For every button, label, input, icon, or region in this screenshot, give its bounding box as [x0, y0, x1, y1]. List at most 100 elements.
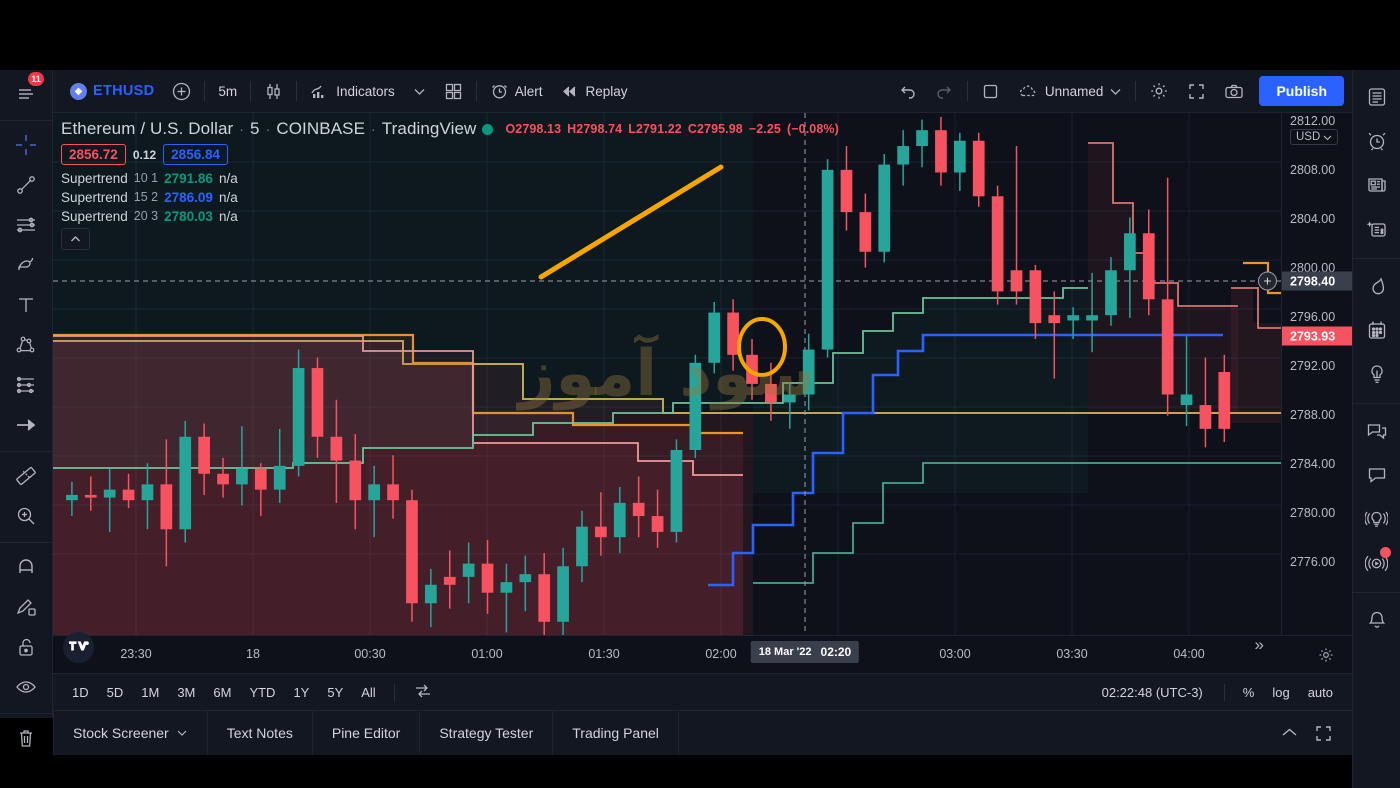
date-range-button[interactable]	[404, 678, 442, 707]
left-toolbar-group-drawing	[0, 121, 52, 452]
horizontal-lines-icon[interactable]	[6, 205, 46, 245]
auto-scale-toggle[interactable]: auto	[1299, 681, 1342, 704]
drawing-mode-icon[interactable]	[6, 587, 46, 627]
candle	[689, 354, 702, 458]
fullscreen-icon	[1315, 725, 1331, 741]
toolbar-divider	[475, 81, 477, 101]
settings-button[interactable]	[1140, 75, 1178, 107]
expand-series-button[interactable]: »	[1255, 635, 1264, 655]
timeframe-3m[interactable]: 3M	[168, 681, 204, 704]
tab-trading-panel[interactable]: Trading Panel	[553, 711, 679, 755]
left-drawing-toolbar[interactable]: 11	[0, 70, 53, 747]
toolbar-divider	[250, 81, 252, 101]
notifications-icon[interactable]	[1357, 598, 1397, 642]
tradingview-logo	[63, 632, 94, 663]
collapse-legend-button[interactable]	[61, 228, 90, 250]
snapshot-frame-button[interactable]	[972, 75, 1009, 107]
timeframe-1d[interactable]: 1D	[63, 681, 98, 704]
panel-collapse-button[interactable]	[1274, 718, 1304, 748]
chart-area[interactable]: سود آموز Ethereum / U.S. Dollar · 5 · CO…	[53, 113, 1352, 673]
news-icon[interactable]	[1357, 163, 1397, 207]
timeframe-6m[interactable]: 6M	[204, 681, 240, 704]
alerts-icon[interactable]	[1357, 119, 1397, 163]
add-symbol-button[interactable]	[163, 75, 200, 107]
zoom-in-icon[interactable]	[6, 496, 46, 536]
replay-button[interactable]: Replay	[551, 75, 636, 107]
time-tick: 18	[246, 647, 260, 661]
watchlist-panel-icon[interactable]	[1357, 75, 1397, 119]
tab-pine-editor[interactable]: Pine Editor	[313, 711, 421, 755]
screenshot-button[interactable]	[1215, 75, 1253, 107]
timeframe-ytd[interactable]: YTD	[240, 681, 284, 704]
log-scale-toggle[interactable]: log	[1263, 681, 1298, 704]
lock-icon[interactable]	[6, 627, 46, 667]
time-tick: 03:00	[939, 647, 971, 661]
panel-fullscreen-button[interactable]	[1308, 718, 1338, 748]
candle	[953, 132, 966, 191]
bottom-panel-tabs[interactable]: Stock Screener Text Notes Pine Editor St…	[53, 711, 1352, 755]
data-window-icon[interactable]	[1357, 207, 1397, 251]
broadcast-icon[interactable]	[1357, 497, 1397, 541]
layout-name-button[interactable]: Unnamed	[1009, 75, 1132, 107]
timeframe-all[interactable]: All	[352, 681, 384, 704]
candlestick-chart[interactable]	[53, 113, 1281, 635]
tab-text-notes[interactable]: Text Notes	[208, 711, 313, 755]
timeframe-1m[interactable]: 1M	[132, 681, 168, 704]
symbol-button[interactable]: ◆ ETHUSD	[61, 75, 163, 107]
patterns-icon[interactable]	[6, 325, 46, 365]
plus-circle-icon	[173, 82, 191, 100]
timeframe-5d[interactable]: 5D	[98, 681, 133, 704]
right-group-b	[1353, 259, 1400, 404]
brush-icon[interactable]	[6, 245, 46, 285]
trend-line-icon[interactable]	[6, 165, 46, 205]
watchlist-badge: 11	[28, 72, 44, 86]
watchlist-icon[interactable]: 11	[6, 72, 46, 114]
text-icon[interactable]	[6, 285, 46, 325]
publish-button[interactable]: Publish	[1259, 76, 1344, 106]
candle	[916, 119, 928, 168]
chart-top-toolbar[interactable]: ◆ ETHUSD 5m Indicators Alert Replay Unna…	[53, 70, 1352, 113]
candle	[292, 349, 305, 477]
right-widget-toolbar[interactable]	[1352, 70, 1400, 788]
calendar-icon[interactable]	[1357, 308, 1397, 352]
timeframe-button[interactable]: 5m	[209, 75, 246, 107]
trash-icon[interactable]	[6, 718, 46, 758]
price-axis[interactable]: 2812.00 USD 2808.00 2804.00 2800.00 2796…	[1258, 113, 1352, 635]
undo-button[interactable]	[889, 75, 926, 107]
private-chat-icon[interactable]	[1357, 453, 1397, 497]
add-alert-plus-icon[interactable]: +	[1258, 271, 1277, 291]
fullscreen-button[interactable]	[1178, 75, 1215, 107]
crosshair-icon[interactable]	[6, 125, 46, 165]
percent-scale-toggle[interactable]: %	[1234, 681, 1264, 704]
magnet-icon[interactable]	[6, 547, 46, 587]
date-range-icon	[415, 684, 430, 697]
chart-bottom-toolbar[interactable]: 1D 5D 1M 3M 6M YTD 1Y 5Y All 02:22:48 (U…	[53, 673, 1352, 711]
indicators-button[interactable]: Indicators	[301, 75, 404, 107]
chart-type-button[interactable]	[255, 75, 292, 107]
gear-icon	[1319, 648, 1333, 662]
layouts-button[interactable]	[435, 75, 472, 107]
time-axis[interactable]: 23:30 18 00:30 01:00 01:30 02:00 03:00 0…	[53, 635, 1352, 673]
currency-selector[interactable]: USD	[1290, 129, 1339, 145]
tab-stock-screener[interactable]: Stock Screener	[53, 711, 208, 755]
hide-drawings-icon[interactable]	[6, 667, 46, 707]
stream-icon[interactable]	[1357, 541, 1397, 585]
measure-icon[interactable]	[6, 456, 46, 496]
redo-button[interactable]	[926, 75, 963, 107]
hotlist-icon[interactable]	[1357, 264, 1397, 308]
stream-status-dot	[1379, 547, 1391, 558]
chevron-down-icon	[1110, 88, 1121, 95]
time-axis-settings-icon[interactable]	[1318, 647, 1334, 668]
tab-strategy-tester[interactable]: Strategy Tester	[420, 711, 554, 755]
indicators-dropdown-button[interactable]	[404, 75, 435, 107]
chat-icon[interactable]	[1357, 409, 1397, 453]
tab-label: Pine Editor	[331, 725, 401, 741]
alert-button[interactable]: Alert	[481, 75, 552, 107]
ideas-icon[interactable]	[1357, 352, 1397, 396]
bottom-divider	[393, 683, 395, 701]
panel-controls[interactable]	[1274, 718, 1352, 748]
forecast-icon[interactable]	[6, 365, 46, 405]
timeframe-1y[interactable]: 1Y	[284, 681, 318, 704]
timeframe-5y[interactable]: 5Y	[318, 681, 352, 704]
arrow-icon[interactable]	[6, 405, 46, 445]
